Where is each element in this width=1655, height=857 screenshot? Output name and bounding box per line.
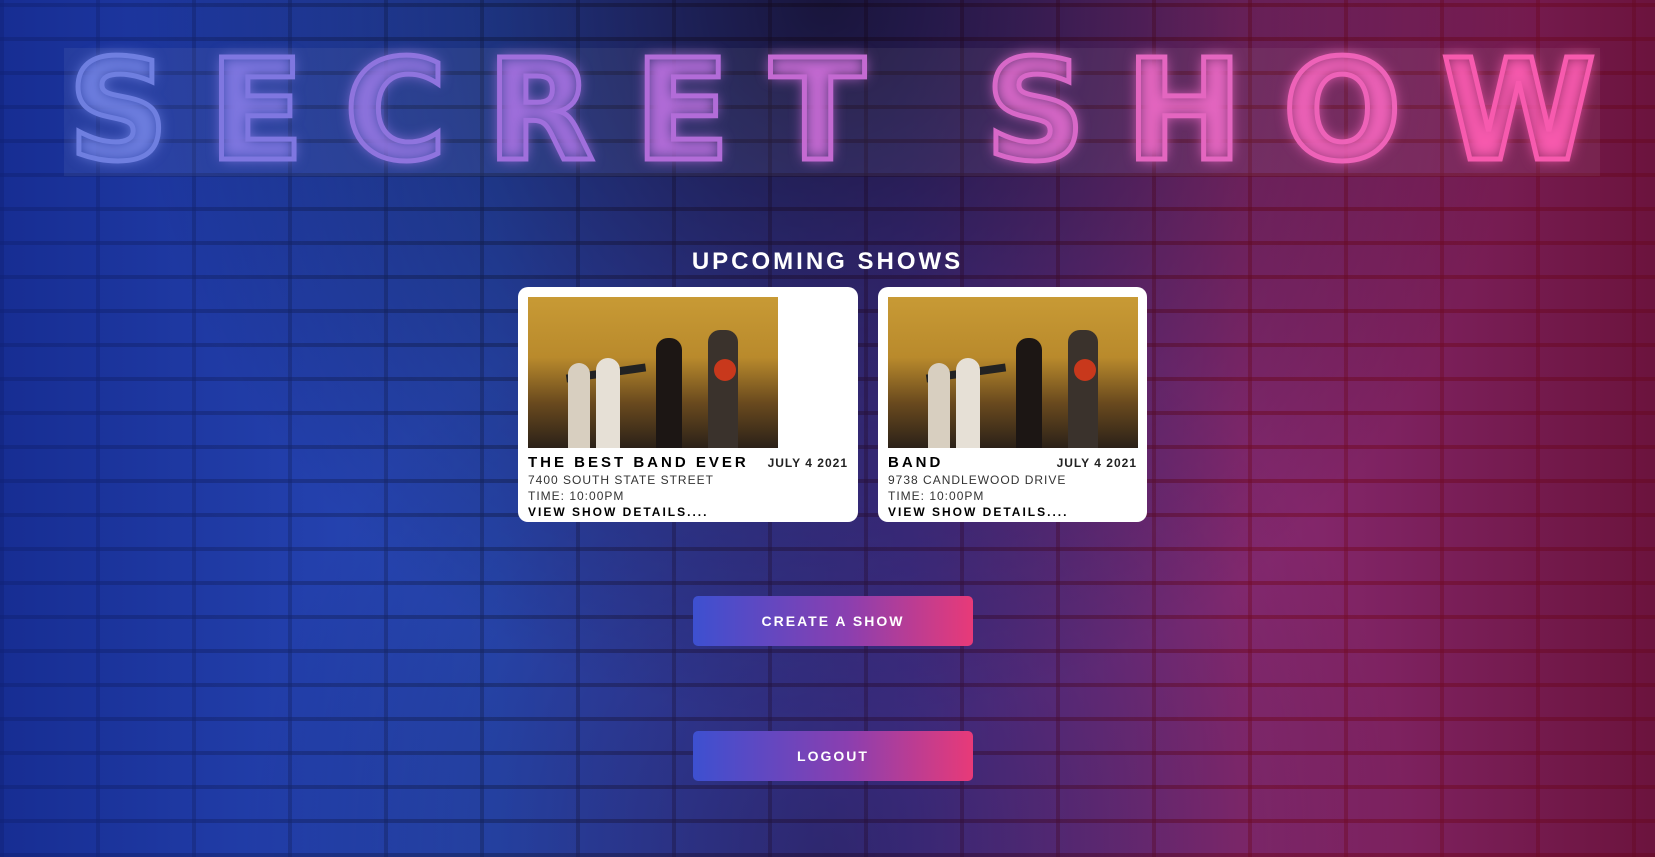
title-letter: E (206, 30, 307, 193)
band-photo (888, 297, 1138, 448)
band-photo (528, 297, 778, 448)
title-letter: S (66, 30, 172, 193)
show-date: JULY 4 2021 (767, 456, 848, 470)
show-time: TIME: 10:00PM (528, 489, 625, 503)
show-name: THE BEST BAND EVER (528, 454, 749, 471)
upcoming-shows-heading: UPCOMING SHOWS (691, 248, 964, 275)
title-letter: E (632, 30, 733, 193)
title-letter: C (342, 30, 450, 193)
guitar (714, 359, 736, 381)
performer (1068, 330, 1098, 448)
performer (596, 358, 620, 448)
view-show-details-link[interactable]: VIEW SHOW DETAILS.... (528, 505, 848, 519)
performer (656, 338, 682, 448)
performer (568, 363, 590, 448)
guitar (1074, 359, 1096, 381)
create-show-button[interactable]: CREATE A SHOW (693, 596, 973, 646)
performer (928, 363, 950, 448)
title-letter: T (767, 30, 867, 193)
show-address: 9738 CANDLEWOOD DRIVE (888, 473, 1067, 487)
logout-button[interactable]: LOGOUT (693, 731, 973, 781)
card-header: THE BEST BAND EVER JULY 4 2021 (528, 454, 848, 471)
title-letter: H (1123, 30, 1245, 193)
neon-site-title: S E C R E T S H O W (64, 30, 1600, 193)
performer (956, 358, 980, 448)
show-date: JULY 4 2021 (1056, 456, 1137, 470)
show-address: 7400 SOUTH STATE STREET (528, 473, 714, 487)
show-time: TIME: 10:00PM (888, 489, 985, 503)
title-letter: O (1280, 30, 1404, 193)
performer (1016, 338, 1042, 448)
title-letter: W (1439, 30, 1598, 193)
view-show-details-link[interactable]: VIEW SHOW DETAILS.... (888, 505, 1137, 519)
show-card[interactable]: BAND JULY 4 2021 9738 CANDLEWOOD DRIVE T… (878, 287, 1147, 522)
title-letter: S (982, 30, 1088, 193)
show-card[interactable]: THE BEST BAND EVER JULY 4 2021 7400 SOUT… (518, 287, 858, 522)
show-name: BAND (888, 454, 944, 471)
show-cards: THE BEST BAND EVER JULY 4 2021 7400 SOUT… (0, 287, 1655, 522)
title-letter: R (484, 30, 597, 193)
performer (708, 330, 738, 448)
card-header: BAND JULY 4 2021 (888, 454, 1137, 471)
